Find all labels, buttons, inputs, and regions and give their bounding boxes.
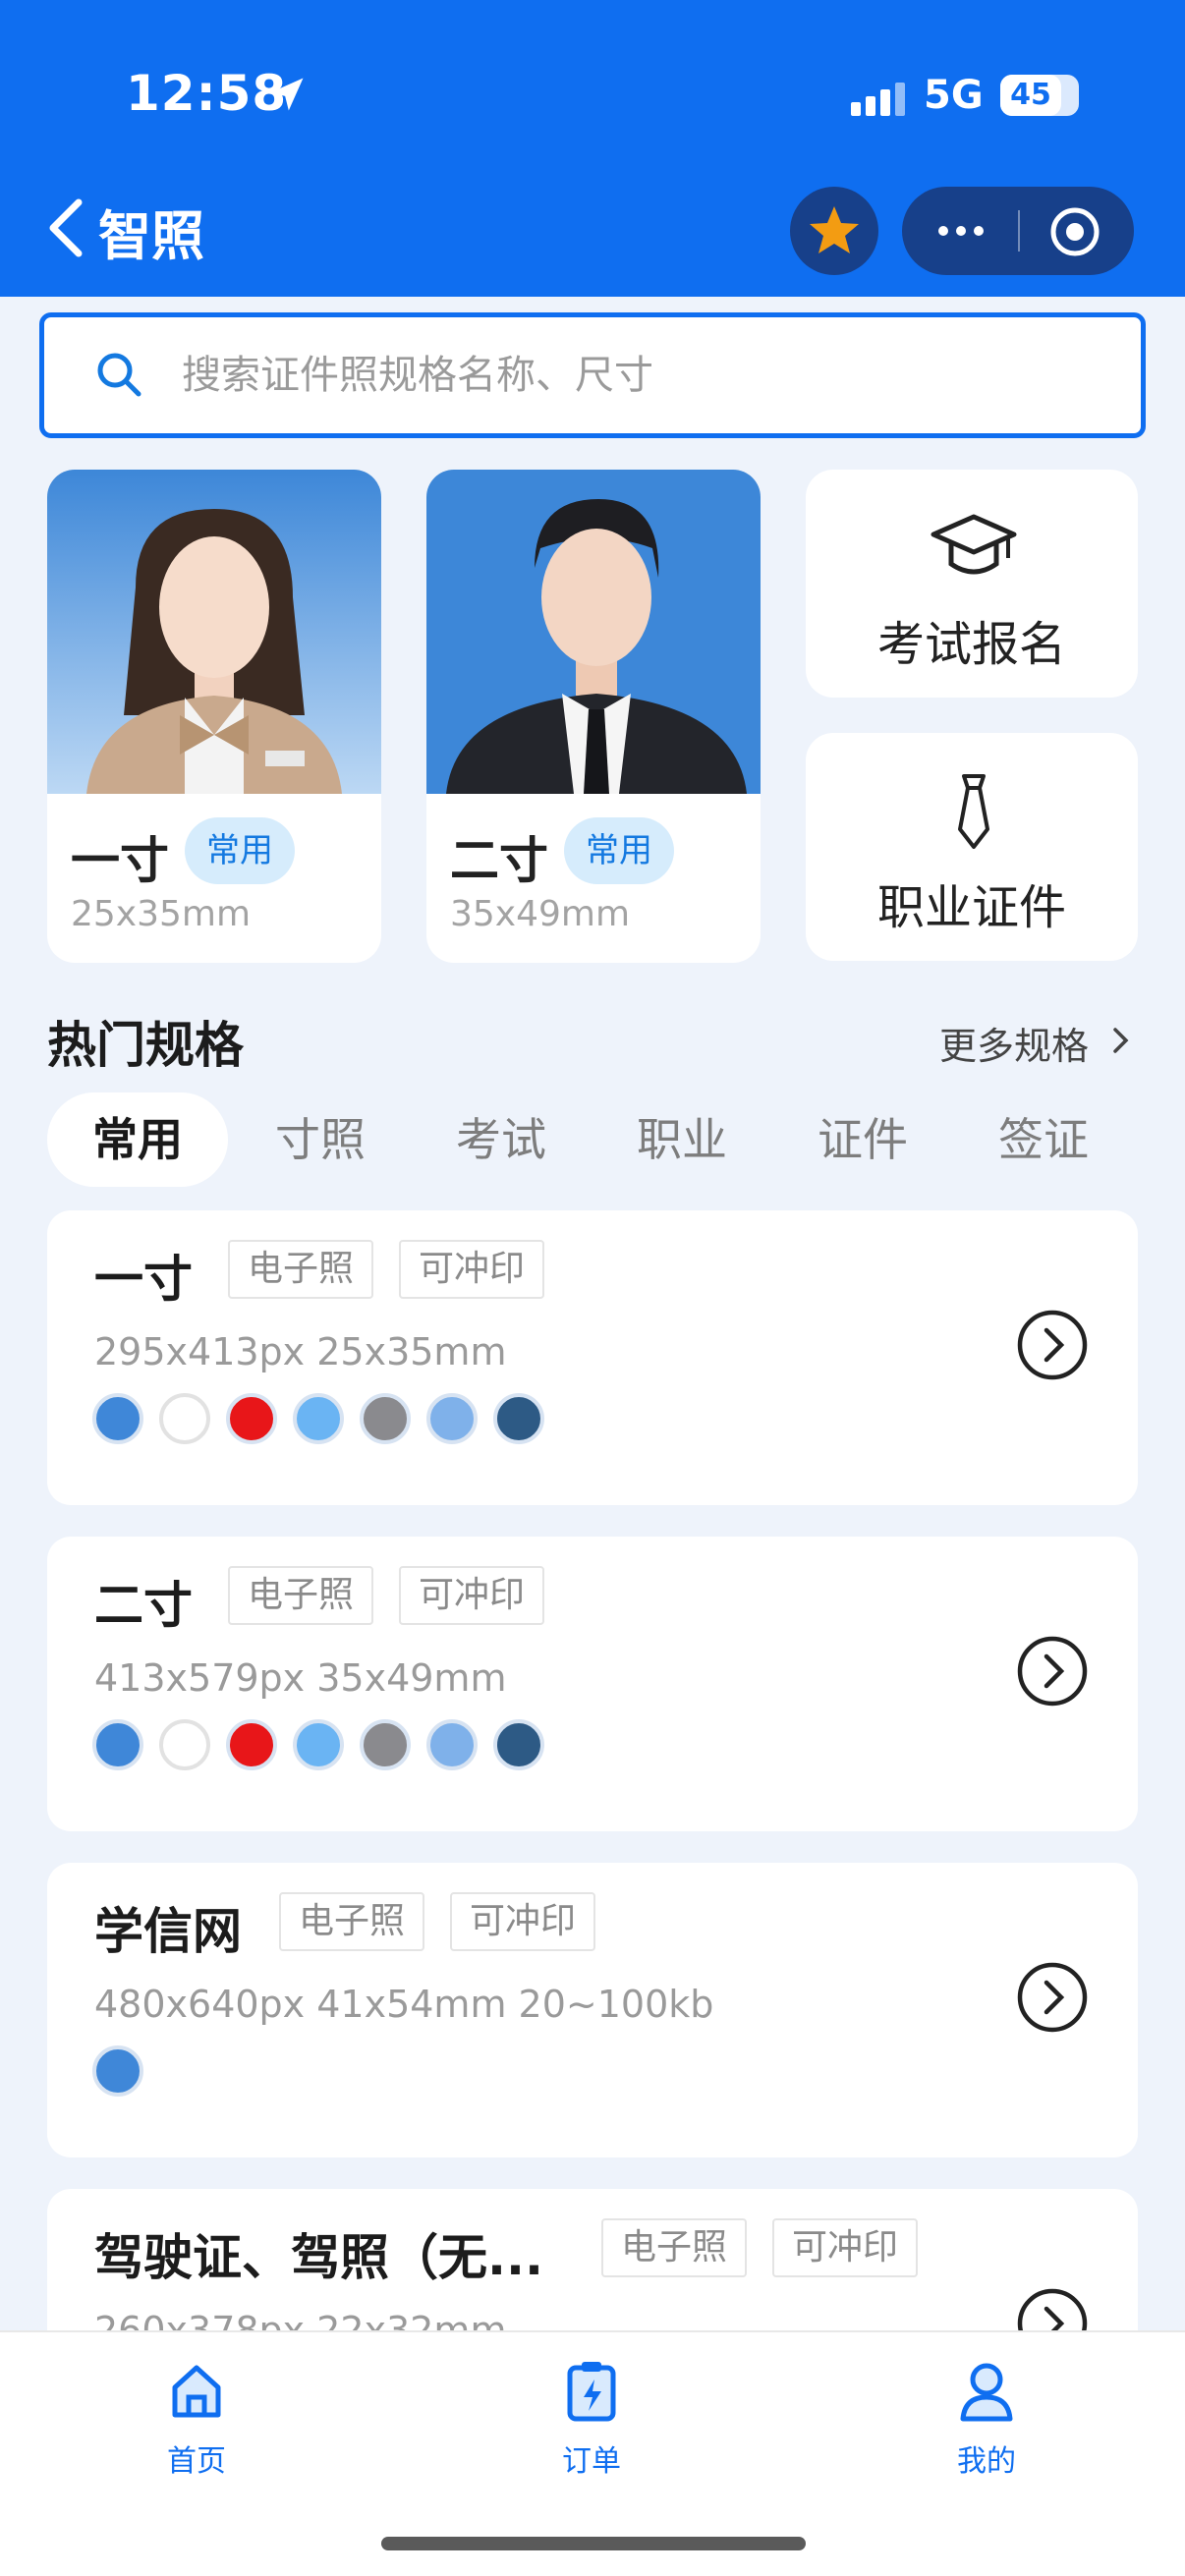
tabbar-label: 首页	[167, 2444, 226, 2479]
color-swatch	[360, 1393, 411, 1444]
tabbar-item-home[interactable]: 首页	[98, 2332, 295, 2480]
color-swatch	[159, 1393, 210, 1444]
professional-id-card[interactable]: 职业证件	[806, 733, 1138, 961]
more-dots-icon[interactable]	[930, 210, 992, 252]
tab-exam[interactable]: 考试	[411, 1092, 592, 1187]
tab-visa[interactable]: 签证	[953, 1092, 1134, 1187]
close-target-icon[interactable]	[1047, 204, 1102, 259]
back-chevron-icon[interactable]	[43, 196, 90, 259]
search-input[interactable]	[182, 341, 1066, 410]
more-specs-link[interactable]: 更多规格	[939, 1016, 1089, 1070]
spec-dimensions: 480x640px 41x54mm 20~100kb	[94, 1983, 714, 2026]
color-swatch	[92, 1719, 143, 1770]
chevron-circle-right-icon[interactable]	[1016, 1635, 1089, 1708]
user-icon	[960, 2363, 1013, 2422]
spec-name: 一寸	[94, 1251, 193, 1308]
tabbar-item-orders[interactable]: 订单	[493, 2332, 690, 2480]
capsule-divider	[1018, 210, 1020, 252]
chevron-circle-right-icon[interactable]	[1016, 1961, 1089, 2034]
color-swatch	[92, 1393, 143, 1444]
color-swatch	[293, 1719, 344, 1770]
color-swatch	[159, 1719, 210, 1770]
search-icon	[97, 353, 141, 397]
photo-card-size: 35x49mm	[450, 894, 631, 934]
color-swatch	[360, 1719, 411, 1770]
color-swatch	[493, 1719, 544, 1770]
section-title: 热门规格	[47, 1017, 244, 1074]
tabbar-label: 我的	[957, 2444, 1016, 2479]
status-time: 12:58	[126, 65, 288, 122]
chevron-circle-right-icon[interactable]	[1016, 1309, 1089, 1381]
color-swatch	[293, 1393, 344, 1444]
star-icon	[810, 206, 859, 253]
spec-tag: 电子照	[601, 2218, 748, 2277]
spec-tag: 可冲印	[450, 1892, 596, 1951]
color-swatch	[493, 1393, 544, 1444]
exam-registration-card[interactable]: 考试报名	[806, 470, 1138, 698]
photo-card-two-inch[interactable]: 二寸 常用 35x49mm	[426, 470, 761, 963]
spec-card-chsi[interactable]: 学信网 电子照 可冲印 480x640px 41x54mm 20~100kb	[47, 1863, 1138, 2157]
sample-photo-female	[47, 470, 381, 794]
spec-card-one-inch[interactable]: 一寸 电子照 可冲印 295x413px 25x35mm	[47, 1210, 1138, 1505]
spec-tag: 可冲印	[399, 1240, 545, 1299]
page-title: 智照	[98, 205, 204, 267]
color-swatch	[226, 1719, 277, 1770]
photo-card-one-inch[interactable]: 一寸 常用 25x35mm	[47, 470, 381, 963]
network-type: 5G	[924, 73, 984, 118]
tab-certificate[interactable]: 证件	[772, 1092, 953, 1187]
photo-card-badge: 常用	[185, 817, 295, 884]
spec-tag: 可冲印	[772, 2218, 919, 2277]
chevron-right-icon[interactable]	[1110, 1026, 1132, 1055]
sample-photo-male	[426, 470, 761, 794]
graduation-cap-icon	[931, 514, 1017, 575]
spec-tag: 可冲印	[399, 1566, 545, 1625]
necktie-icon	[958, 774, 989, 849]
tab-inch-photo[interactable]: 寸照	[230, 1092, 411, 1187]
tabbar-item-profile[interactable]: 我的	[888, 2332, 1085, 2480]
home-indicator	[381, 2537, 806, 2550]
photo-card-name: 二寸	[450, 832, 548, 889]
spec-name: 学信网	[94, 1903, 242, 1960]
spec-dimensions: 295x413px 25x35mm	[94, 1330, 507, 1373]
tab-profession[interactable]: 职业	[592, 1092, 772, 1187]
page: 12:58 5G 45 智照 搜索证件照规格名称、尺寸 一寸 常用 25x35m…	[0, 0, 1185, 2576]
order-bolt-icon	[567, 2362, 616, 2422]
spec-name: 驾驶证、驾照（无...	[94, 2229, 543, 2286]
spec-name: 二寸	[94, 1577, 193, 1634]
battery-icon: 45	[1000, 75, 1079, 116]
tab-common[interactable]: 常用	[47, 1092, 228, 1187]
color-swatch	[426, 1719, 478, 1770]
quick-card-label: 职业证件	[876, 880, 1066, 935]
spec-tag: 电子照	[279, 1892, 425, 1951]
mini-program-capsule	[902, 187, 1134, 275]
spec-card-two-inch[interactable]: 二寸 电子照 可冲印 413x579px 35x49mm	[47, 1537, 1138, 1831]
photo-card-name: 一寸	[71, 832, 169, 889]
cellular-signal-icon	[851, 83, 905, 116]
spec-tag: 电子照	[228, 1566, 374, 1625]
tabbar-label: 订单	[562, 2444, 621, 2479]
color-swatch	[426, 1393, 478, 1444]
search-bar[interactable]	[39, 312, 1146, 438]
header: 12:58 5G 45 智照	[0, 0, 1185, 297]
spec-tag: 电子照	[228, 1240, 374, 1299]
favorite-button[interactable]	[790, 187, 878, 275]
home-icon	[172, 2365, 221, 2418]
photo-card-size: 25x35mm	[71, 894, 252, 934]
quick-card-label: 考试报名	[876, 617, 1066, 672]
battery-level: 45	[1000, 75, 1061, 116]
photo-card-badge: 常用	[564, 817, 674, 884]
color-swatch	[226, 1393, 277, 1444]
location-arrow-icon	[270, 78, 304, 111]
color-swatch	[92, 2045, 143, 2097]
spec-dimensions: 413x579px 35x49mm	[94, 1656, 507, 1700]
